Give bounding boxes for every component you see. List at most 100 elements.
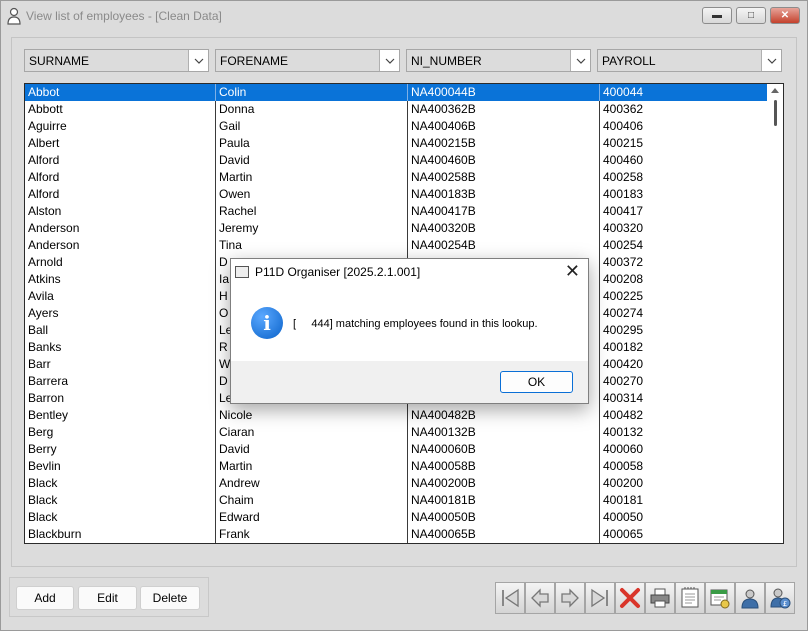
maximize-button[interactable]: □ [736, 7, 766, 24]
payroll-cell[interactable]: 400065 [600, 526, 768, 543]
table-row[interactable]: Anderson Jeremy NA400320B 400320 [25, 220, 768, 237]
ni-number-cell[interactable]: NA400060B [408, 441, 600, 458]
surname-cell[interactable]: Black [25, 475, 216, 492]
forename-cell[interactable]: Tina [216, 237, 408, 254]
forename-cell[interactable]: Rachel [216, 203, 408, 220]
table-row[interactable]: Berg Ciaran NA400132B 400132 [25, 424, 768, 441]
ni-number-cell[interactable]: NA400215B [408, 135, 600, 152]
chevron-down-icon[interactable] [379, 50, 399, 71]
payroll-cell[interactable]: 400258 [600, 169, 768, 186]
forename-cell[interactable]: Colin [216, 84, 408, 101]
surname-cell[interactable]: Berry [25, 441, 216, 458]
surname-cell[interactable]: Blackburn [25, 526, 216, 543]
surname-cell[interactable]: Berg [25, 424, 216, 441]
add-button[interactable]: Add [16, 586, 74, 610]
forename-cell[interactable]: Donna [216, 101, 408, 118]
table-row[interactable]: Albert Paula NA400215B 400215 [25, 135, 768, 152]
surname-cell[interactable]: Bevlin [25, 458, 216, 475]
delete-button[interactable]: Delete [140, 586, 200, 610]
surname-cell[interactable]: Black [25, 492, 216, 509]
table-row[interactable]: Black Edward NA400050B 400050 [25, 509, 768, 526]
payroll-cell[interactable]: 400417 [600, 203, 768, 220]
payroll-cell[interactable]: 400314 [600, 390, 768, 407]
surname-cell[interactable]: Alford [25, 186, 216, 203]
employee-button[interactable] [735, 582, 765, 614]
payroll-cell[interactable]: 400406 [600, 118, 768, 135]
surname-cell[interactable]: Barron [25, 390, 216, 407]
ni-number-cell[interactable]: NA400362B [408, 101, 600, 118]
surname-cell[interactable]: Alford [25, 169, 216, 186]
payroll-cell[interactable]: 400270 [600, 373, 768, 390]
column-header-payroll[interactable]: PAYROLL [597, 49, 782, 72]
payroll-cell[interactable]: 400372 [600, 254, 768, 271]
print-button[interactable] [645, 582, 675, 614]
table-row[interactable]: Alston Rachel NA400417B 400417 [25, 203, 768, 220]
ni-number-cell[interactable]: NA400044B [408, 84, 600, 101]
surname-cell[interactable]: Barr [25, 356, 216, 373]
close-button[interactable]: ✕ [770, 7, 800, 24]
last-record-button[interactable] [585, 582, 615, 614]
employee-pay-button[interactable]: £ [765, 582, 795, 614]
table-row[interactable]: Alford David NA400460B 400460 [25, 152, 768, 169]
edit-button[interactable]: Edit [78, 586, 137, 610]
previous-record-button[interactable] [525, 582, 555, 614]
ni-number-cell[interactable]: NA400460B [408, 152, 600, 169]
ni-number-cell[interactable]: NA400406B [408, 118, 600, 135]
ni-number-cell[interactable]: NA400417B [408, 203, 600, 220]
table-row[interactable]: Aguirre Gail NA400406B 400406 [25, 118, 768, 135]
table-row[interactable]: Bentley Nicole NA400482B 400482 [25, 407, 768, 424]
surname-cell[interactable]: Anderson [25, 220, 216, 237]
forename-cell[interactable]: Owen [216, 186, 408, 203]
ni-number-cell[interactable]: NA400320B [408, 220, 600, 237]
surname-cell[interactable]: Anderson [25, 237, 216, 254]
surname-cell[interactable]: Alford [25, 152, 216, 169]
surname-cell[interactable]: Black [25, 509, 216, 526]
forename-cell[interactable]: David [216, 441, 408, 458]
forename-cell[interactable]: Jeremy [216, 220, 408, 237]
forename-cell[interactable]: Martin [216, 169, 408, 186]
table-row[interactable]: Black Andrew NA400200B 400200 [25, 475, 768, 492]
payroll-cell[interactable]: 400215 [600, 135, 768, 152]
column-header-forename[interactable]: FORENAME [215, 49, 400, 72]
ni-number-cell[interactable]: NA400200B [408, 475, 600, 492]
forename-cell[interactable]: Edward [216, 509, 408, 526]
payroll-report-button[interactable] [705, 582, 735, 614]
surname-cell[interactable]: Arnold [25, 254, 216, 271]
surname-cell[interactable]: Bentley [25, 407, 216, 424]
payroll-cell[interactable]: 400482 [600, 407, 768, 424]
vertical-scrollbar[interactable] [767, 84, 783, 543]
table-row[interactable]: Blackburn Frank NA400065B 400065 [25, 526, 768, 543]
forename-cell[interactable]: Gail [216, 118, 408, 135]
surname-cell[interactable]: Abbot [25, 84, 216, 101]
payroll-cell[interactable]: 400225 [600, 288, 768, 305]
column-header-ni-number[interactable]: NI_NUMBER [406, 49, 591, 72]
report-button[interactable] [675, 582, 705, 614]
table-row[interactable]: Alford Martin NA400258B 400258 [25, 169, 768, 186]
column-header-surname[interactable]: SURNAME [24, 49, 209, 72]
table-row[interactable]: Bevlin Martin NA400058B 400058 [25, 458, 768, 475]
table-row[interactable]: Anderson Tina NA400254B 400254 [25, 237, 768, 254]
forename-cell[interactable]: Nicole [216, 407, 408, 424]
delete-record-button[interactable] [615, 582, 645, 614]
ni-number-cell[interactable]: NA400132B [408, 424, 600, 441]
payroll-cell[interactable]: 400050 [600, 509, 768, 526]
surname-cell[interactable]: Aguirre [25, 118, 216, 135]
chevron-down-icon[interactable] [761, 50, 781, 71]
chevron-down-icon[interactable] [188, 50, 208, 71]
payroll-cell[interactable]: 400044 [600, 84, 768, 101]
payroll-cell[interactable]: 400362 [600, 101, 768, 118]
payroll-cell[interactable]: 400058 [600, 458, 768, 475]
chevron-down-icon[interactable] [570, 50, 590, 71]
table-row[interactable]: Berry David NA400060B 400060 [25, 441, 768, 458]
forename-cell[interactable]: Frank [216, 526, 408, 543]
payroll-cell[interactable]: 400132 [600, 424, 768, 441]
surname-cell[interactable]: Banks [25, 339, 216, 356]
payroll-cell[interactable]: 400060 [600, 441, 768, 458]
surname-cell[interactable]: Albert [25, 135, 216, 152]
ni-number-cell[interactable]: NA400183B [408, 186, 600, 203]
ni-number-cell[interactable]: NA400058B [408, 458, 600, 475]
ni-number-cell[interactable]: NA400254B [408, 237, 600, 254]
ok-button[interactable]: OK [500, 371, 573, 393]
payroll-cell[interactable]: 400208 [600, 271, 768, 288]
ni-number-cell[interactable]: NA400050B [408, 509, 600, 526]
